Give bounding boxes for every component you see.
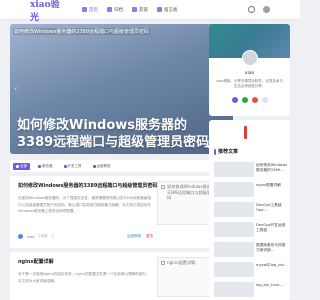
nav-label: 留言板 (164, 7, 178, 13)
nav-label: 友链 (139, 7, 148, 13)
post-title[interactable]: 如何修改Windows服务器的3389远程端口与超级管理员密码 (18, 182, 158, 189)
avatar (18, 234, 23, 239)
grid-icon (16, 164, 19, 168)
link-icon (132, 7, 137, 12)
list-item[interactable]: nginx配置详解 (209, 180, 290, 200)
list-item[interactable]: 如何修改Windows服务器的3389... (209, 160, 290, 180)
post-card[interactable]: 如何修改Windows服务器的3389远程端口与超级管理员密码 在使用Windo… (10, 176, 233, 248)
tab-label: 运维教程 (96, 163, 111, 168)
nav-item-links[interactable]: 友链 (132, 7, 148, 13)
recommended-posts: 推荐文章 如何修改Windows服务器的3389... nginx配置详解 De… (209, 120, 290, 300)
tab-label: 开发工具 (67, 163, 82, 168)
home-icon (82, 7, 87, 12)
recommend-heading: 推荐文章 (214, 148, 238, 155)
tab-label: 全部 (20, 163, 27, 168)
post-category[interactable]: 运维教程 (127, 234, 141, 239)
search-icon[interactable] (248, 6, 255, 13)
message-icon (157, 7, 162, 12)
list-item-title: DevOps工具链Ope... (256, 203, 282, 212)
prev-arrow-icon[interactable]: ‹ (14, 84, 20, 94)
post-thumbnail (214, 262, 254, 277)
header-actions (248, 6, 270, 13)
tool-icon (63, 164, 67, 168)
hero-caption: 如何修改Windows服务器的3389远程端口与超级管理员密码 (13, 28, 151, 35)
post-thumbnail (214, 222, 254, 237)
author-profile-card: xiao xiao博客，分享开源项目软件，记录技术与生活点滴经验分享。 (209, 24, 290, 116)
qq-icon[interactable] (231, 97, 238, 103)
avatar[interactable] (242, 50, 258, 66)
nav-item-archive[interactable]: 归档 (107, 7, 123, 13)
social-links (209, 97, 290, 103)
list-item[interactable]: 数据库备份与恢复方案详细... (209, 240, 290, 260)
nav-item-home[interactable]: 首页 (82, 7, 98, 13)
list-item-title: 如何修改Windows服务器的3389... (256, 163, 288, 172)
server-icon (38, 164, 41, 168)
tab-server[interactable]: 服务器 (35, 163, 56, 170)
tab-devtools[interactable]: 开发工具 (61, 163, 85, 170)
category-tabs: 全部 服务器 开发工具 运维教程 (10, 160, 233, 172)
book-icon (92, 164, 96, 168)
list-item-title: log_bin_trust... (256, 283, 284, 287)
list-item[interactable]: DevOps开发运维工具链 (209, 220, 290, 240)
profile-bio: xiao博客，分享开源项目软件，记录技术与生活点滴经验分享。 (216, 79, 283, 88)
broken-image-icon (161, 185, 165, 189)
nav-label: 归档 (114, 7, 123, 13)
post-date: 2天前 (38, 234, 48, 238)
wechat-icon[interactable] (241, 97, 248, 103)
post-thumbnail (214, 162, 254, 177)
profile-name: xiao (244, 71, 255, 76)
weibo-icon[interactable] (251, 97, 258, 103)
nav-label: 首页 (89, 7, 98, 13)
hero-banner[interactable]: 如何修改Windows服务器的3389远程端口与超级管理员密码 ‹ › 如何修改… (10, 24, 233, 154)
recommend-list: 如何修改Windows服务器的3389... nginx配置详解 DevOps工… (209, 160, 290, 300)
tab-all[interactable]: 全部 (13, 162, 30, 170)
heading-bar (214, 148, 216, 155)
post-title[interactable]: nginx配置详解 (18, 258, 158, 265)
list-item[interactable]: DevOps工具链Ope... (209, 200, 290, 220)
list-item[interactable]: mysql中log_bin... (209, 260, 290, 280)
list-item-title: DevOps开发运维工具链 (256, 223, 286, 232)
tab-label: 服务器 (42, 163, 53, 168)
post-thumbnail (214, 282, 254, 297)
post-meta: xiao 2天前 1 (18, 234, 54, 239)
recommend-heading-label: 推荐文章 (218, 149, 239, 155)
nav-item-guestbook[interactable]: 留言板 (157, 7, 178, 13)
post-excerpt: 对于第一次使用Nginx的朋友来说，nginx的配置文件是一个比较难以理解的部分… (18, 272, 150, 283)
post-thumbnail (214, 202, 254, 217)
theme-toggle-icon[interactable] (263, 6, 270, 13)
main-nav: 首页 归档 友链 留言板 (82, 7, 178, 13)
post-tags: 运维教程 置顶 (127, 234, 153, 239)
pinned-badge: 置顶 (146, 234, 153, 238)
list-item[interactable]: log_bin_trust... (209, 280, 290, 300)
post-views: 1 (51, 234, 54, 239)
github-icon[interactable] (261, 97, 268, 103)
list-item-title: nginx配置详解 (256, 183, 281, 187)
tab-ops[interactable]: 运维教程 (90, 163, 114, 170)
archive-icon (107, 7, 112, 12)
post-excerpt: 在使用Windows服务器时，为了提高安全性，通常需要修改默认的3389远程桌面… (18, 196, 151, 213)
list-item-title: mysql中log_bin... (256, 263, 288, 267)
broken-image-icon (161, 261, 165, 265)
top-header: xiao验光 首页 归档 友链 留言板 (0, 0, 300, 23)
post-author[interactable]: xiao (27, 235, 34, 239)
list-item-title: 数据库备份与恢复方案详细... (256, 243, 286, 252)
post-thumbnail (214, 182, 254, 197)
site-logo[interactable]: xiao验光 (30, 0, 68, 23)
hero-title: 如何修改Windows服务器的3389远程端口与超级管理员密码 (17, 118, 210, 150)
post-thumbnail (214, 242, 254, 257)
accent-marker (244, 126, 247, 139)
post-card[interactable]: nginx配置详解 对于第一次使用Nginx的朋友来说，nginx的配置文件是一… (10, 252, 233, 300)
